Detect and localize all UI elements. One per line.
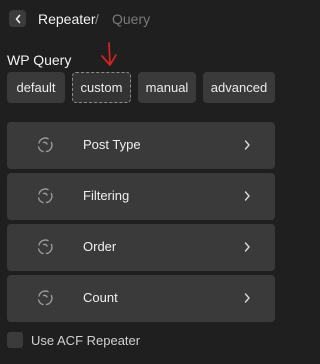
- acf-repeater-option: Use ACF Repeater: [7, 332, 140, 348]
- filtering-row[interactable]: Filtering: [7, 173, 275, 220]
- order-label: Order: [83, 239, 117, 254]
- breadcrumb-current: Query: [112, 11, 151, 27]
- breadcrumb-separator: /: [95, 11, 99, 27]
- chevron-right-icon: [244, 242, 250, 252]
- spinner-icon: [37, 239, 53, 255]
- chevron-right-icon: [244, 293, 250, 303]
- chevron-right-icon: [244, 191, 250, 201]
- mode-default-button[interactable]: default: [7, 72, 65, 103]
- mode-manual-label: manual: [145, 80, 189, 95]
- filtering-label: Filtering: [83, 188, 130, 203]
- spinner-icon: [37, 290, 53, 306]
- post-type-row[interactable]: Post Type: [7, 122, 275, 169]
- count-row[interactable]: Count: [7, 275, 275, 322]
- count-label: Count: [83, 290, 118, 305]
- mode-custom-button[interactable]: custom: [72, 72, 131, 103]
- breadcrumb-header: Repeater / Query: [0, 0, 288, 38]
- wp-query-label: WP Query: [7, 52, 72, 68]
- mode-advanced-button[interactable]: advanced: [203, 72, 275, 103]
- mode-advanced-label: advanced: [210, 80, 268, 95]
- mode-manual-button[interactable]: manual: [138, 72, 196, 103]
- order-row[interactable]: Order: [7, 224, 275, 271]
- mode-custom-label: custom: [80, 80, 123, 95]
- post-type-label: Post Type: [83, 137, 141, 152]
- spinner-icon: [37, 188, 53, 204]
- arrow-down-icon: [101, 42, 117, 66]
- mode-default-label: default: [16, 80, 56, 95]
- chevron-right-icon: [244, 140, 250, 150]
- acf-repeater-checkbox[interactable]: [7, 332, 23, 348]
- acf-repeater-label[interactable]: Use ACF Repeater: [31, 333, 140, 348]
- chevron-left-icon: [15, 14, 20, 23]
- breadcrumb-parent[interactable]: Repeater: [38, 11, 96, 27]
- back-button[interactable]: [9, 10, 26, 27]
- spinner-icon: [37, 137, 53, 153]
